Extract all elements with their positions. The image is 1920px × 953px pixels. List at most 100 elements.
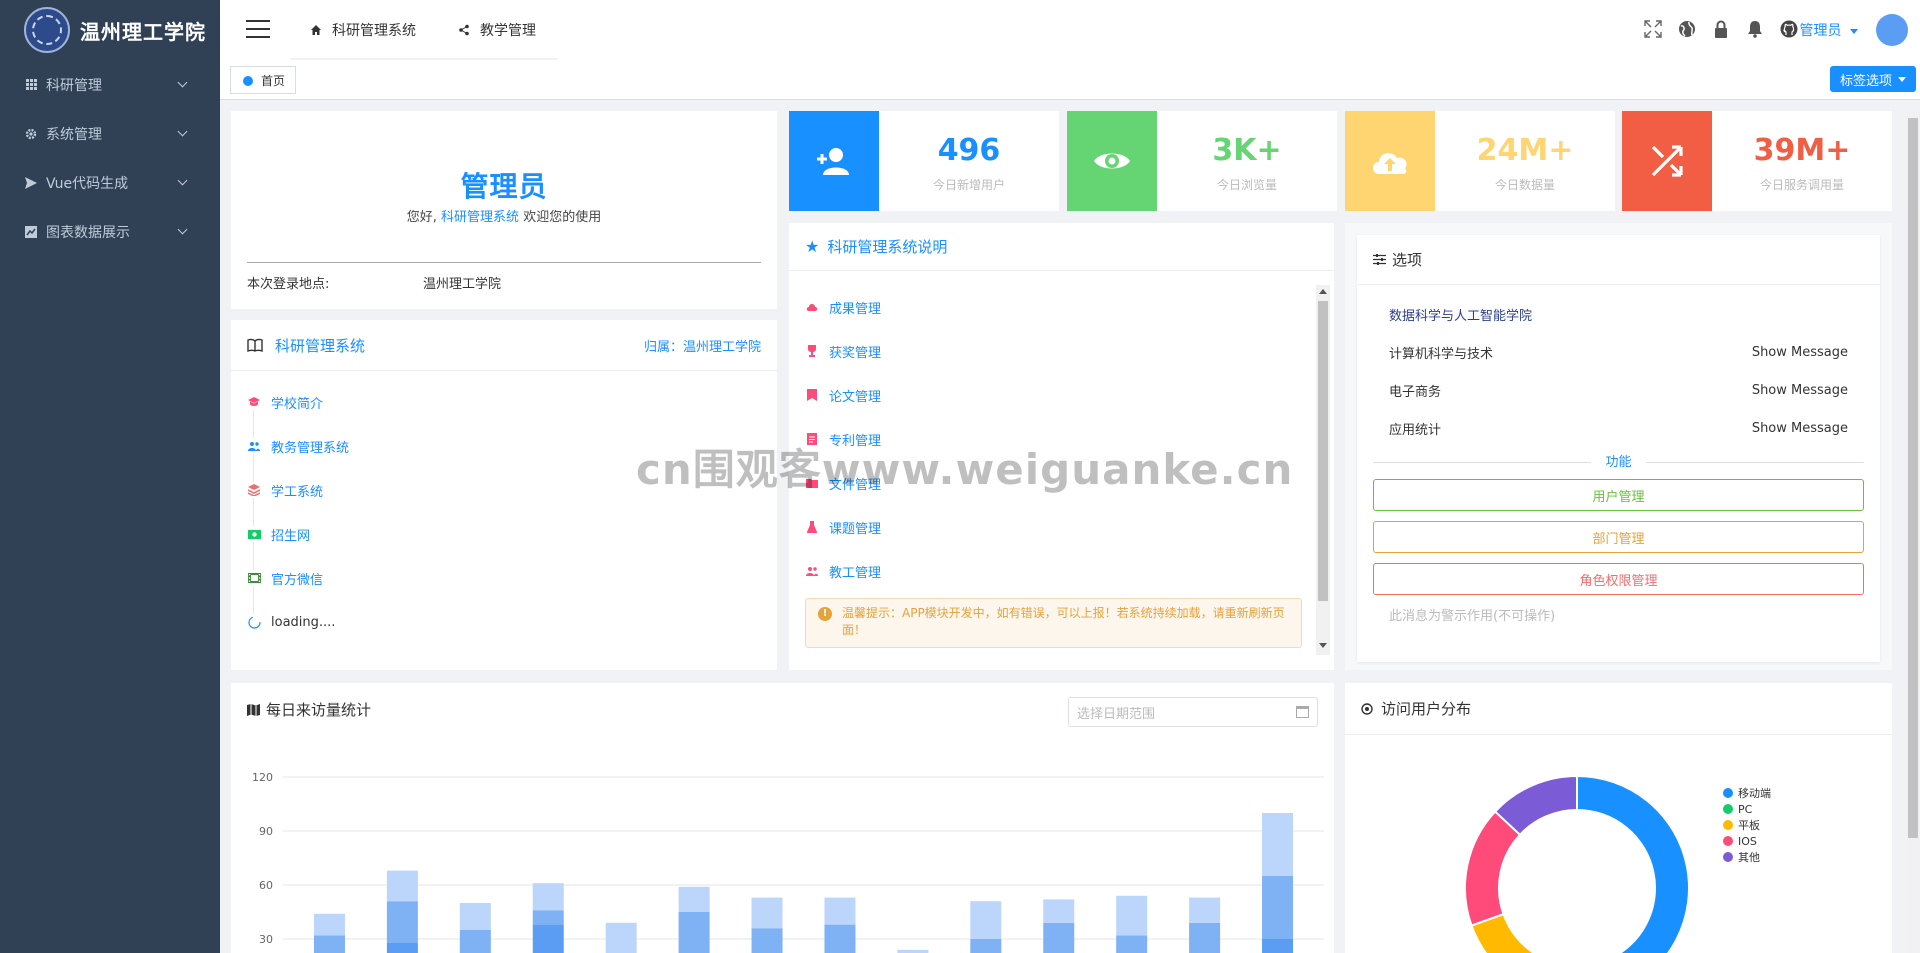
bar-segment[interactable] <box>386 901 418 943</box>
scrollbar-thumb[interactable] <box>1318 301 1328 601</box>
bar-segment[interactable] <box>313 913 345 936</box>
bar-segment[interactable] <box>386 870 418 902</box>
header-tools <box>1642 18 1800 40</box>
legend-label: PC <box>1738 802 1753 816</box>
bar-segment[interactable] <box>1262 939 1294 953</box>
stat-card-service-calls[interactable]: 39M+ 今日服务调用量 <box>1622 111 1892 211</box>
bar-segment[interactable] <box>532 910 564 925</box>
user-distribution-donut-chart <box>1464 774 1690 953</box>
list-item-projects[interactable]: 课题管理 <box>805 505 1298 549</box>
fullscreen-icon[interactable] <box>1642 18 1664 40</box>
stat-card-new-users[interactable]: 496 今日新增用户 <box>789 111 1059 211</box>
pie-slice[interactable] <box>1576 774 1690 953</box>
login-location-row: 本次登录地点: 温州理工学院 <box>247 273 501 292</box>
tab-research-system[interactable]: 科研管理系统 <box>310 0 416 60</box>
pie-slice[interactable] <box>1470 912 1607 953</box>
active-dot-icon <box>243 76 253 86</box>
sidebar-item-system[interactable]: 系统管理 <box>0 109 220 158</box>
list-item-student-affairs[interactable]: 学工系统 <box>231 468 777 526</box>
bar-segment[interactable] <box>751 928 783 953</box>
legend-label: 其他 <box>1738 851 1760 864</box>
bar-segment[interactable] <box>532 924 564 953</box>
legend-item[interactable]: IOS <box>1723 833 1771 849</box>
bar-segment[interactable] <box>1043 899 1075 923</box>
list-item-admissions[interactable]: 招生网 <box>231 512 777 570</box>
role-permission-button[interactable]: 角色权限管理 <box>1373 563 1864 595</box>
bar-segment[interactable] <box>751 897 783 929</box>
legend-item[interactable]: 平板 <box>1723 817 1771 833</box>
list-item-label: 获奖管理 <box>829 345 882 361</box>
folder-icon <box>805 476 819 490</box>
scroll-up-arrow-icon[interactable] <box>1319 289 1327 294</box>
tag-home[interactable]: 首页 <box>230 66 297 94</box>
stat-value: 39M+ <box>1753 133 1851 168</box>
bar-segment[interactable] <box>678 886 710 912</box>
bar-segment[interactable] <box>1262 813 1294 876</box>
share-icon <box>459 24 469 36</box>
list-item-awards[interactable]: 获奖管理 <box>805 329 1298 373</box>
bar-segment[interactable] <box>605 922 637 953</box>
list-item-wechat[interactable]: 官方微信 <box>231 556 777 614</box>
legend-label: IOS <box>1738 834 1757 848</box>
list-item-achievements[interactable]: 成果管理 <box>805 285 1298 329</box>
hamburger-menu-icon[interactable] <box>246 20 270 38</box>
bar-segment[interactable] <box>1043 922 1075 953</box>
greeting-system-link[interactable]: 科研管理系统 <box>441 210 519 225</box>
bar-segment[interactable] <box>970 939 1002 953</box>
pie-slice[interactable] <box>1464 810 1522 927</box>
sidebar-item-charts[interactable]: 图表数据展示 <box>0 207 220 256</box>
bar-segment[interactable] <box>678 912 710 953</box>
github-icon[interactable] <box>1778 18 1800 40</box>
legend-item[interactable]: PC <box>1723 801 1771 817</box>
bar-segment[interactable] <box>1262 876 1294 939</box>
bar-segment[interactable] <box>824 924 856 953</box>
user-management-button[interactable]: 用户管理 <box>1373 479 1864 511</box>
show-message-button[interactable]: Show Message <box>1752 383 1848 398</box>
legend-item[interactable]: 其他 <box>1723 849 1771 865</box>
list-item-staff[interactable]: 教工管理 <box>805 549 1298 593</box>
stat-label: 今日服务调用量 <box>1759 178 1844 192</box>
bar-segment[interactable] <box>459 930 491 953</box>
list-item-files[interactable]: 文件管理 <box>805 461 1298 505</box>
cloud-icon <box>805 300 819 314</box>
scroll-down-arrow-icon[interactable] <box>1319 643 1327 648</box>
gear-icon <box>24 128 38 140</box>
module-list: 成果管理 获奖管理 论文管理 专利管理 文件管理 课题管理 教工管理 <box>805 285 1298 593</box>
list-item-school-intro[interactable]: 学校简介 <box>231 380 777 438</box>
bar-segment[interactable] <box>1116 935 1148 953</box>
show-message-button[interactable]: Show Message <box>1752 345 1848 360</box>
logo[interactable]: 温州理工学院 <box>0 0 220 60</box>
user-dropdown[interactable]: 管理员 <box>1800 20 1858 40</box>
bar-segment[interactable] <box>1189 897 1221 923</box>
lock-icon[interactable] <box>1710 18 1732 40</box>
tab-teaching[interactable]: 教学管理 <box>458 0 536 60</box>
bar-segment[interactable] <box>532 883 564 911</box>
list-item-papers[interactable]: 论文管理 <box>805 373 1298 417</box>
bar-segment[interactable] <box>386 942 418 953</box>
bell-icon[interactable] <box>1744 18 1766 40</box>
book-icon <box>247 338 263 352</box>
department-management-button[interactable]: 部门管理 <box>1373 521 1864 553</box>
list-item-label: 课题管理 <box>829 521 882 537</box>
bar-segment[interactable] <box>824 897 856 925</box>
stat-card-page-views[interactable]: 3K+ 今日浏览量 <box>1067 111 1337 211</box>
chevron-down-icon <box>177 224 188 235</box>
legend-item[interactable]: 移动端 <box>1723 785 1771 801</box>
bar-segment[interactable] <box>1116 895 1148 936</box>
sidebar-item-vue-codegen[interactable]: Vue代码生成 <box>0 158 220 207</box>
bar-segment[interactable] <box>313 935 345 953</box>
stat-card-data-volume[interactable]: 24M+ 今日数据量 <box>1345 111 1615 211</box>
page-scrollbar-thumb[interactable] <box>1908 118 1918 838</box>
tag-options-button[interactable]: 标签选项 <box>1829 66 1916 92</box>
bar-segment[interactable] <box>459 903 491 930</box>
bar-segment[interactable] <box>1189 922 1221 953</box>
show-message-button[interactable]: Show Message <box>1752 421 1848 436</box>
sidebar-item-research[interactable]: 科研管理 <box>0 60 220 109</box>
avatar[interactable] <box>1876 14 1908 46</box>
card-title: 选项 <box>1392 251 1423 269</box>
major-name: 应用统计 <box>1389 422 1442 438</box>
globe-icon[interactable] <box>1676 18 1698 40</box>
list-item-academic-affairs[interactable]: 教务管理系统 <box>231 424 777 482</box>
list-item-patents[interactable]: 专利管理 <box>805 417 1298 461</box>
bar-segment[interactable] <box>970 901 1002 939</box>
